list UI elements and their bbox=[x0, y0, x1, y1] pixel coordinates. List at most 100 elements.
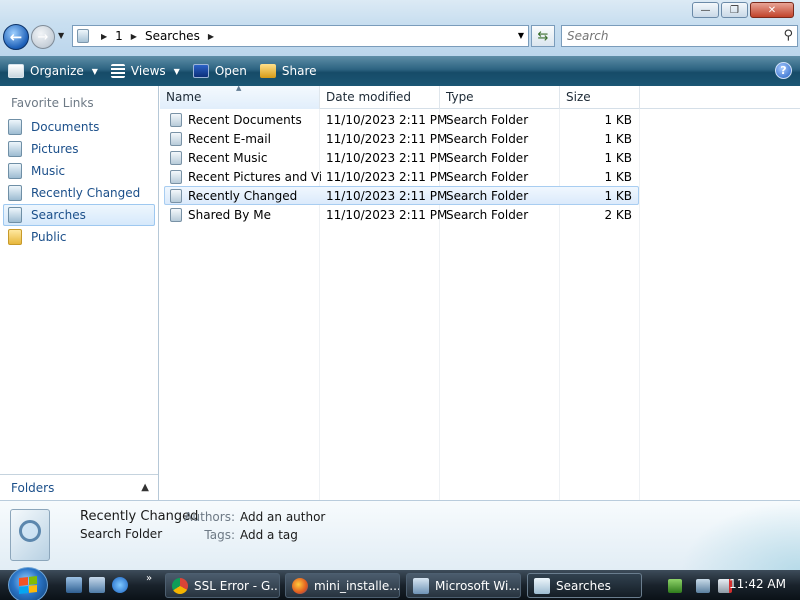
quick-launch-more-icon[interactable]: » bbox=[146, 573, 152, 584]
start-button[interactable] bbox=[8, 567, 48, 600]
installer-icon bbox=[413, 577, 429, 594]
organize-button[interactable]: Organize ▼ bbox=[3, 58, 103, 84]
search-box[interactable]: ⚲ bbox=[561, 25, 798, 47]
firefox-icon bbox=[292, 577, 308, 594]
favorite-links-list: Documents Pictures Music Recently Change… bbox=[3, 116, 155, 248]
favorite-link-searches[interactable]: Searches bbox=[3, 204, 155, 226]
searches-icon bbox=[8, 207, 22, 223]
share-button[interactable]: Share bbox=[255, 58, 322, 84]
file-date: 11/10/2023 2:11 PM bbox=[326, 112, 448, 127]
breadcrumb-item[interactable]: Searches bbox=[145, 29, 200, 43]
switch-windows-icon[interactable] bbox=[89, 577, 105, 593]
search-folder-icon bbox=[534, 577, 550, 594]
file-name: Recent Music bbox=[188, 150, 268, 165]
authors-field[interactable]: Add an author bbox=[240, 510, 325, 524]
breadcrumb-chevron-icon[interactable]: ▶ bbox=[208, 32, 214, 41]
column-header-label: Size bbox=[566, 90, 591, 104]
file-row-selected[interactable]: Recently Changed 11/10/2023 2:11 PM Sear… bbox=[164, 186, 639, 205]
search-folder-icon bbox=[170, 188, 182, 203]
file-row[interactable]: Shared By Me 11/10/2023 2:11 PM Search F… bbox=[164, 205, 639, 224]
file-size: 1 KB bbox=[604, 150, 632, 165]
folders-toggle[interactable]: Folders ▲ bbox=[0, 474, 158, 500]
file-row[interactable]: Recent Documents 11/10/2023 2:11 PM Sear… bbox=[164, 110, 639, 129]
command-bar: Organize ▼ Views ▼ Open Share ? bbox=[0, 56, 800, 86]
share-icon bbox=[259, 64, 276, 78]
taskbar-button-searches[interactable]: Searches bbox=[527, 573, 642, 598]
file-size: 1 KB bbox=[604, 112, 632, 127]
column-header-date-modified[interactable]: Date modified bbox=[320, 86, 440, 109]
clock[interactable]: 11:42 AM bbox=[729, 577, 786, 591]
music-icon bbox=[8, 163, 22, 179]
breadcrumb-item[interactable]: 1 bbox=[115, 29, 123, 43]
views-button[interactable]: Views ▼ bbox=[106, 58, 185, 84]
address-bar[interactable]: ▶ 1 ▶ Searches ▶ ▼ bbox=[72, 25, 529, 47]
search-icon[interactable]: ⚲ bbox=[783, 28, 793, 43]
column-header-name[interactable]: ▲ Name bbox=[160, 84, 320, 109]
refresh-icon: ⇆ bbox=[537, 28, 549, 44]
favorite-link-pictures[interactable]: Pictures bbox=[3, 138, 155, 160]
monitor-icon[interactable] bbox=[696, 578, 710, 593]
favorite-link-recently-changed[interactable]: Recently Changed bbox=[3, 182, 155, 204]
file-size: 2 KB bbox=[604, 207, 632, 222]
column-divider bbox=[639, 109, 640, 500]
file-name: Recently Changed bbox=[188, 188, 298, 203]
help-button[interactable]: ? bbox=[775, 62, 792, 79]
favorite-link-public[interactable]: Public bbox=[3, 226, 155, 248]
recently-changed-icon bbox=[8, 185, 22, 201]
favorite-link-label: Public bbox=[31, 230, 67, 244]
show-desktop-icon[interactable] bbox=[66, 577, 82, 593]
search-folder-icon bbox=[170, 112, 182, 127]
pictures-icon bbox=[8, 141, 22, 157]
refresh-button[interactable]: ⇆ bbox=[531, 25, 555, 47]
taskbar-button-label: Microsoft Wi... bbox=[435, 578, 520, 593]
share-label: Share bbox=[281, 64, 317, 78]
file-row[interactable]: Recent Pictures and Vi... 11/10/2023 2:1… bbox=[164, 167, 639, 186]
search-folder-large-icon bbox=[10, 509, 50, 561]
maximize-button[interactable]: ❐ bbox=[721, 2, 748, 18]
open-label: Open bbox=[214, 64, 247, 78]
documents-icon bbox=[8, 119, 22, 135]
taskbar-button-label: mini_installe... bbox=[314, 578, 400, 593]
favorite-link-label: Documents bbox=[31, 120, 100, 134]
taskbar: » SSL Error - G... mini_installe... Micr… bbox=[0, 567, 800, 600]
favorite-link-documents[interactable]: Documents bbox=[3, 116, 155, 138]
internet-explorer-icon[interactable] bbox=[112, 577, 128, 593]
address-dropdown-icon[interactable]: ▼ bbox=[518, 31, 524, 40]
minimize-button[interactable]: — bbox=[692, 2, 719, 18]
favorite-links-heading: Favorite Links bbox=[11, 96, 94, 110]
file-rows: Recent Documents 11/10/2023 2:11 PM Sear… bbox=[164, 110, 639, 224]
file-date: 11/10/2023 2:11 PM bbox=[326, 150, 448, 165]
taskbar-button-chrome[interactable]: SSL Error - G... bbox=[165, 573, 280, 598]
column-header-type[interactable]: Type bbox=[440, 86, 560, 109]
file-type: Search Folder bbox=[446, 169, 529, 184]
file-row[interactable]: Recent Music 11/10/2023 2:11 PM Search F… bbox=[164, 148, 639, 167]
breadcrumb-chevron-icon[interactable]: ▶ bbox=[101, 32, 107, 41]
file-type: Search Folder bbox=[446, 188, 529, 203]
column-header-label: Type bbox=[446, 90, 474, 104]
file-list: ▲ Name Date modified Type Size Recent Do… bbox=[160, 84, 800, 500]
search-folder-icon bbox=[170, 150, 182, 165]
location-icon bbox=[77, 29, 89, 43]
network-icon[interactable] bbox=[668, 578, 682, 593]
close-button[interactable]: ✕ bbox=[750, 2, 794, 18]
tags-field[interactable]: Add a tag bbox=[240, 528, 298, 542]
folders-label: Folders bbox=[11, 480, 55, 495]
back-arrow-icon: ← bbox=[9, 28, 23, 46]
open-button[interactable]: Open bbox=[188, 58, 252, 84]
forward-button[interactable]: → bbox=[31, 25, 55, 49]
file-name: Recent Pictures and Vi... bbox=[188, 169, 321, 184]
views-label: Views bbox=[130, 64, 166, 78]
breadcrumb-chevron-icon[interactable]: ▶ bbox=[131, 32, 137, 41]
taskbar-button-installer[interactable]: Microsoft Wi... bbox=[406, 573, 521, 598]
search-input[interactable] bbox=[562, 26, 762, 46]
file-name: Recent E-mail bbox=[188, 131, 271, 146]
search-folder-icon bbox=[170, 207, 182, 222]
file-name: Shared By Me bbox=[188, 207, 271, 222]
favorite-link-music[interactable]: Music bbox=[3, 160, 155, 182]
column-header-size[interactable]: Size bbox=[560, 86, 640, 109]
recent-pages-dropdown[interactable]: ▼ bbox=[58, 31, 64, 40]
views-icon bbox=[110, 64, 125, 78]
back-button[interactable]: ← bbox=[3, 24, 29, 50]
file-row[interactable]: Recent E-mail 11/10/2023 2:11 PM Search … bbox=[164, 129, 639, 148]
taskbar-button-firefox[interactable]: mini_installe... bbox=[285, 573, 400, 598]
